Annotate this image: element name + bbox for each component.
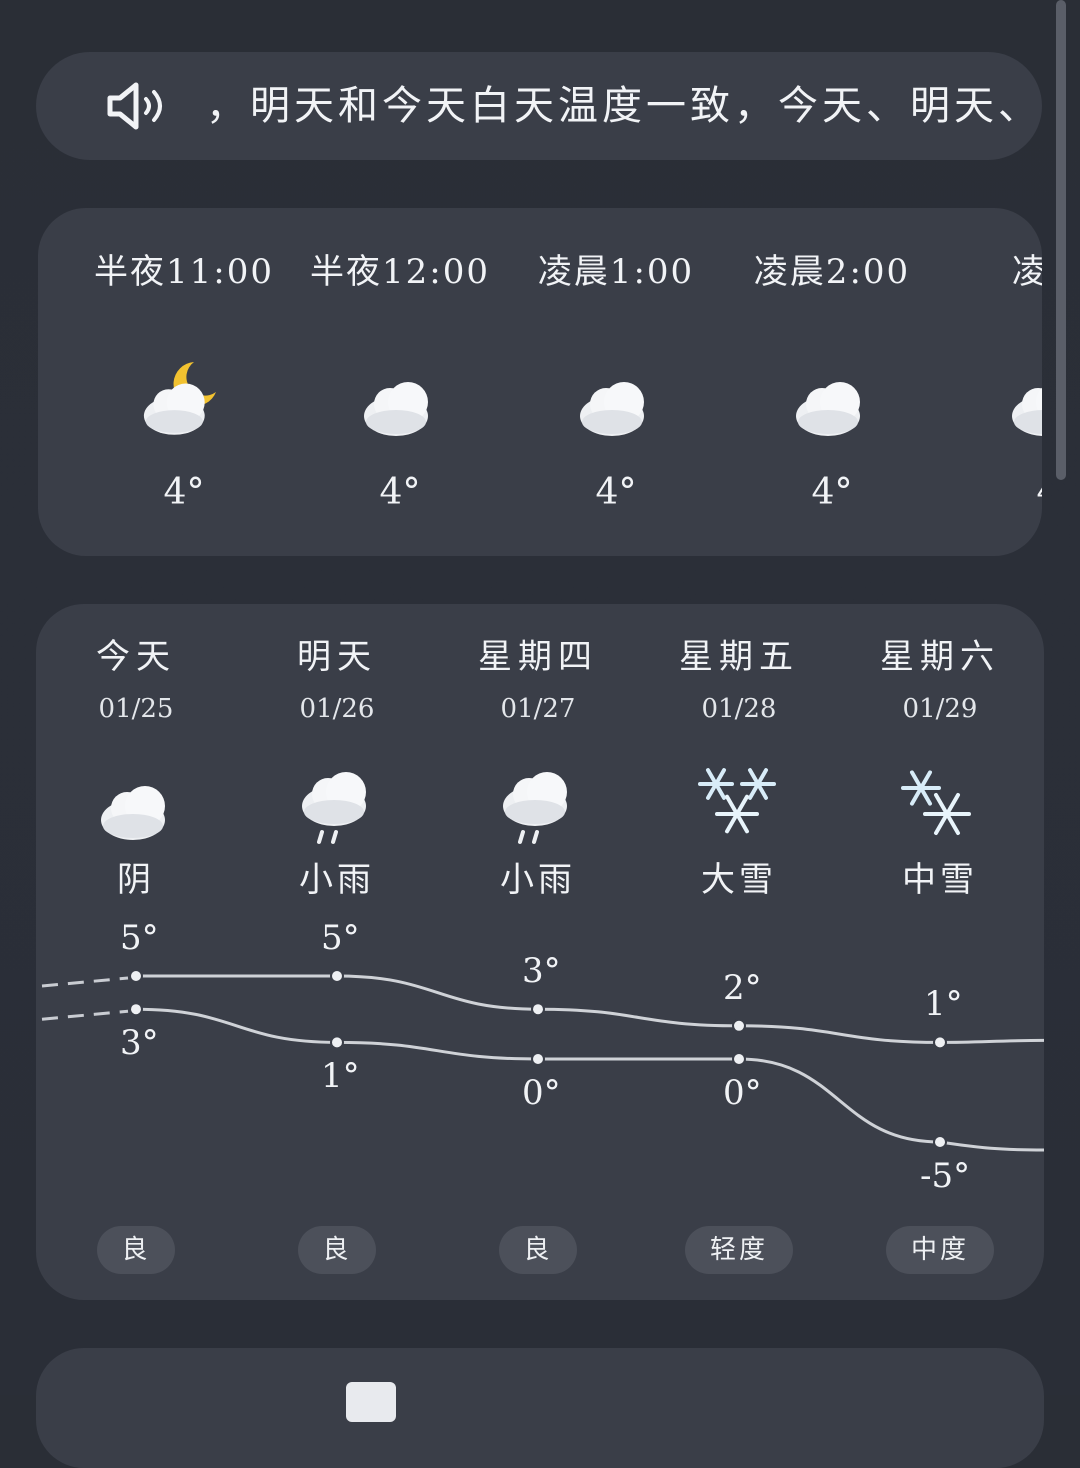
hour-time: 凌晨2:00 [753, 252, 911, 292]
trend-dash [41, 976, 129, 988]
hourly-item[interactable]: 凌晨1:00 4° [508, 248, 724, 513]
high-temp-line [136, 974, 1044, 1044]
low-temp-label: -5° [920, 1156, 971, 1196]
low-temp-label: 0° [522, 1073, 561, 1113]
daily-forecast-card[interactable]: 今天 01/25 阴良 明天 01/26 小雨良 星期四 01/27 小雨良 星… [36, 604, 1044, 1300]
hourly-item[interactable]: 半夜11:00 4° [76, 248, 292, 513]
hour-time: 半夜11:00 [94, 252, 274, 292]
hour-temp: 4 [940, 472, 1042, 513]
low-temp-point [933, 1135, 947, 1149]
high-temp-point [330, 969, 344, 983]
hour-temp: 4° [379, 472, 421, 513]
low-temp-point [531, 1052, 545, 1066]
high-temp-label: 5° [120, 918, 159, 958]
high-temp-point [129, 969, 143, 983]
cloudy-icon [1002, 358, 1042, 438]
broadcast-text: ，明天和今天白天温度一致，今天、明天、后 [206, 83, 1036, 129]
low-temp-label: 0° [723, 1073, 762, 1113]
hourly-forecast-card[interactable]: 半夜11:00 4° 半夜12:00 4° 凌晨1:00 4° 凌晨2:00 4… [38, 208, 1042, 556]
hour-time: 半夜12:00 [310, 252, 490, 292]
low-temp-point [732, 1052, 746, 1066]
high-temp-point [531, 1002, 545, 1017]
high-temp-label: 2° [723, 967, 762, 1008]
hourly-item[interactable]: 凌晨 4 [940, 248, 1042, 513]
high-temp-label: 1° [924, 984, 963, 1025]
speaker-icon[interactable] [104, 78, 168, 134]
hourly-item[interactable]: 凌晨2:00 4° [724, 248, 940, 513]
next-card[interactable] [36, 1348, 1044, 1468]
hour-temp: 4° [595, 472, 637, 513]
high-temp-label: 5° [321, 918, 360, 958]
cloudy-icon [570, 358, 660, 438]
high-temp-label: 3° [522, 951, 561, 992]
hourly-item[interactable]: 半夜12:00 4° [292, 248, 508, 513]
hour-time: 凌晨 [1012, 252, 1042, 292]
high-temp-point [933, 1035, 947, 1050]
card-icon [346, 1382, 396, 1422]
voice-broadcast-banner[interactable]: ，明天和今天白天温度一致，今天、明天、后 [36, 52, 1042, 160]
partly-cloudy-night-icon [138, 358, 228, 438]
hour-time: 凌晨1:00 [537, 252, 695, 292]
trend-dash [41, 1009, 129, 1021]
hour-temp: 4° [163, 472, 205, 513]
scrollbar[interactable] [1056, 0, 1066, 480]
low-temp-line [135, 1007, 1044, 1152]
cloudy-icon [786, 358, 876, 438]
low-temp-label: 3° [120, 1023, 159, 1064]
low-temp-point [330, 1035, 344, 1050]
low-temp-point [129, 1002, 143, 1017]
low-temp-label: 1° [321, 1056, 360, 1097]
cloudy-icon [354, 358, 444, 438]
high-temp-point [732, 1018, 746, 1033]
hour-temp: 4° [811, 472, 853, 513]
